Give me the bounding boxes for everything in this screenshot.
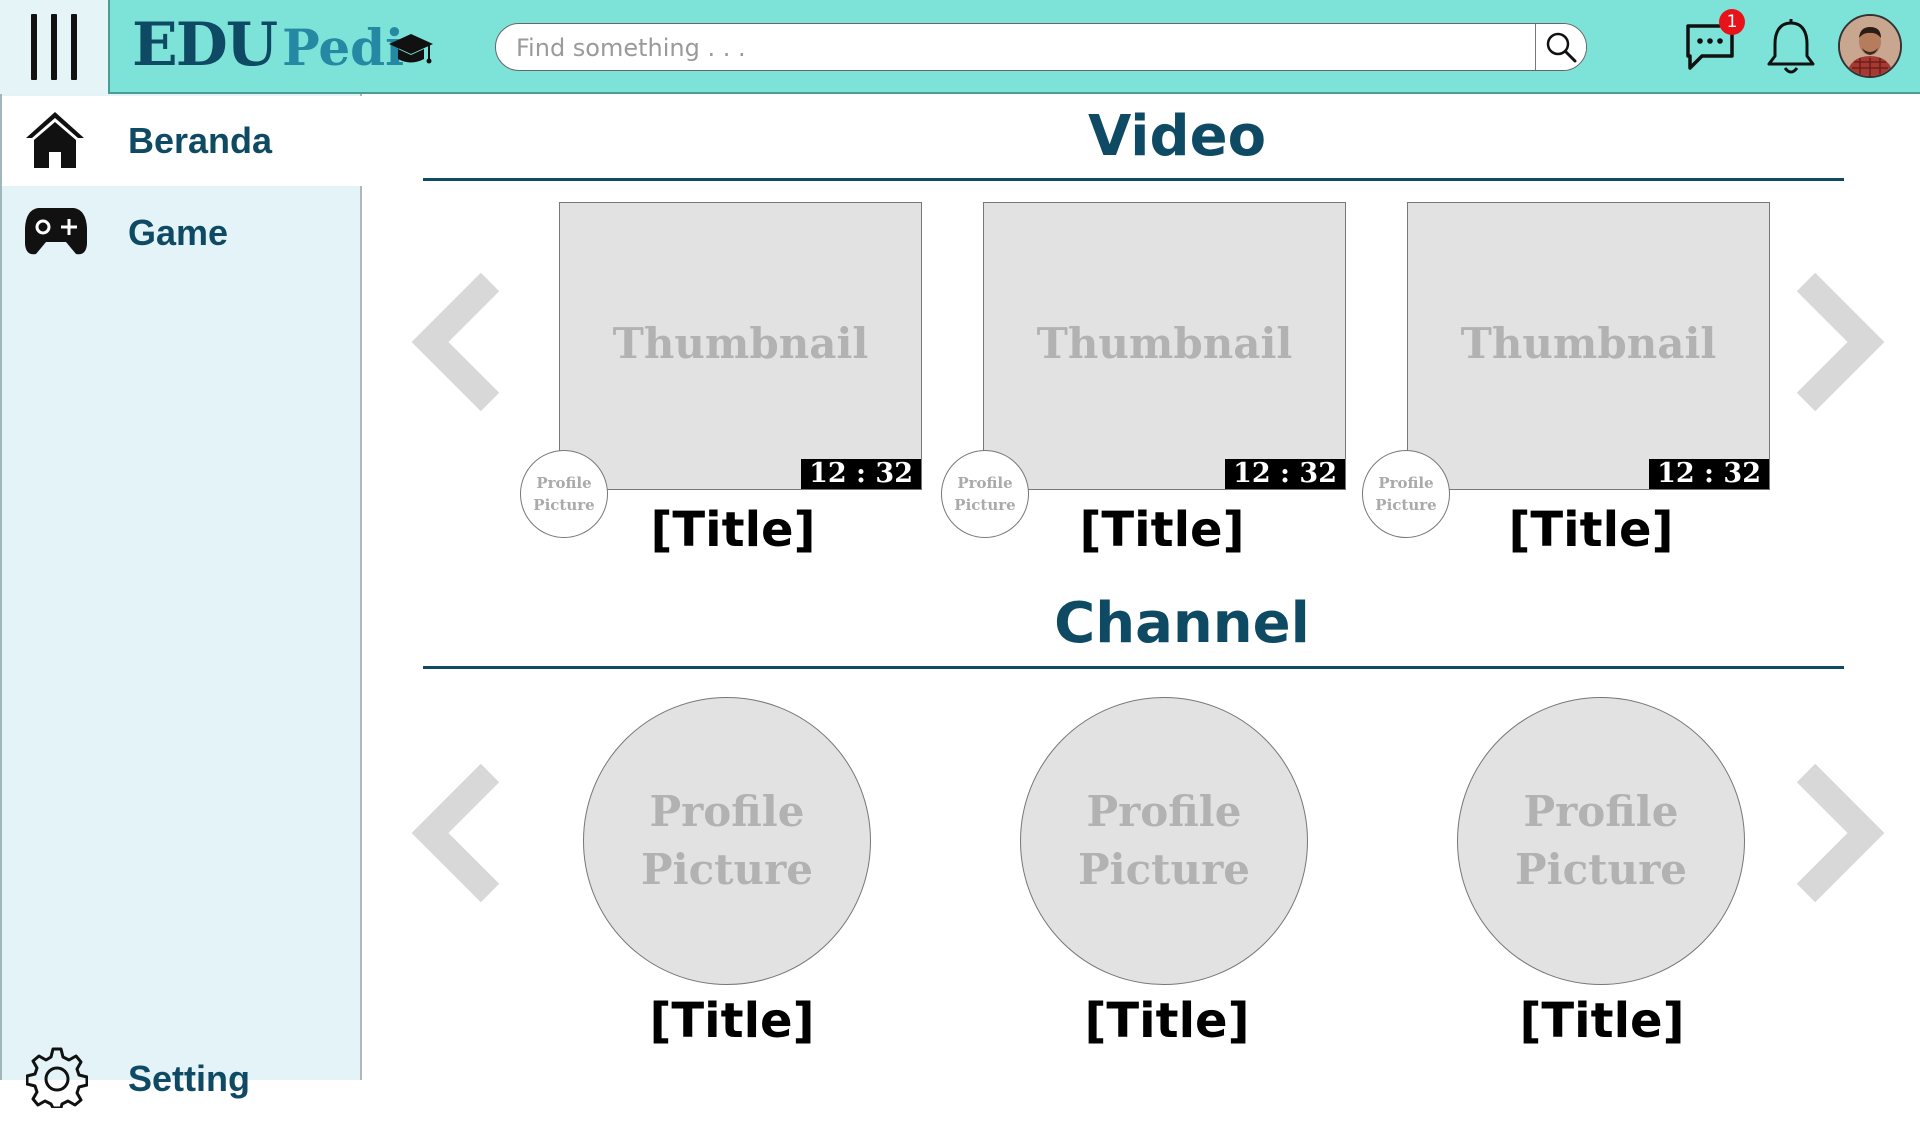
thumbnail-label: Thumbnail (1460, 319, 1717, 368)
video-duration: 12 : 32 (1225, 459, 1345, 489)
video-thumbnail[interactable]: Thumbnail 12 : 32 (1407, 202, 1770, 490)
channel-section-divider (423, 666, 1844, 669)
video-duration: 12 : 32 (801, 459, 921, 489)
user-photo-icon (1840, 16, 1900, 76)
search-input[interactable] (514, 24, 1518, 70)
video-thumbnail[interactable]: Thumbnail 12 : 32 (983, 202, 1346, 490)
sidebar-item-label: Game (128, 212, 229, 253)
search-button[interactable] (1535, 24, 1586, 70)
channel-next-button[interactable] (1790, 763, 1886, 907)
user-avatar[interactable] (1838, 14, 1902, 78)
video-thumbnail[interactable]: Thumbnail 12 : 32 (559, 202, 922, 490)
chevron-left-icon (411, 763, 500, 903)
notifications-button[interactable] (1765, 18, 1817, 82)
channel-avatar-placeholder-line: Profile (649, 787, 805, 836)
channel-avatar-placeholder-line: Profile (1086, 787, 1242, 836)
menu-icon-bar (51, 14, 57, 80)
channel-avatar[interactable]: Profile Picture (583, 697, 871, 985)
thumbnail-label: Thumbnail (612, 319, 869, 368)
logo-primary-text: EDU (132, 10, 278, 80)
video-section-divider (423, 178, 1844, 181)
channel-avatar-placeholder-line: Picture (1515, 845, 1687, 894)
sidebar: Beranda Game Setting (0, 94, 362, 1110)
channel-title[interactable]: [Title] (1452, 993, 1752, 1049)
menu-icon (31, 14, 37, 80)
channel-section-heading: Channel (1054, 591, 1310, 656)
thumbnail-label: Thumbnail (1036, 319, 1293, 368)
channel-prev-button[interactable] (410, 763, 506, 907)
channel-avatar-placeholder-line: Picture (1078, 845, 1250, 894)
channel-title[interactable]: [Title] (582, 993, 882, 1049)
sidebar-item-game[interactable]: Game (2, 188, 362, 278)
sidebar-setting-label: Setting (128, 1058, 250, 1099)
avatar-placeholder-line: Profile (1378, 474, 1434, 492)
gear-icon (25, 1046, 89, 1112)
search-bar (495, 23, 1587, 71)
video-title[interactable]: [Title] (1441, 502, 1741, 558)
hamburger-menu-button[interactable] (0, 0, 110, 94)
bell-icon (1767, 19, 1815, 74)
channel-avatar-placeholder-line: Picture (641, 845, 813, 894)
message-count-badge: 1 (1719, 9, 1745, 35)
logo-secondary-text: Pedi (282, 18, 405, 77)
avatar-placeholder-line: Profile (536, 474, 592, 492)
channel-avatar[interactable]: Profile Picture (1020, 697, 1308, 985)
channel-avatar-placeholder-line: Profile (1523, 787, 1679, 836)
gamepad-icon (24, 204, 88, 262)
chevron-left-icon (411, 272, 500, 412)
app-logo[interactable]: EDU Pedi (132, 10, 433, 80)
sidebar-item-label: Beranda (128, 120, 273, 161)
video-prev-button[interactable] (410, 272, 506, 416)
avatar-placeholder-line: Picture (954, 496, 1016, 514)
avatar-placeholder-line: Profile (957, 474, 1013, 492)
video-channel-avatar[interactable]: Profile Picture (1362, 450, 1450, 538)
video-duration: 12 : 32 (1649, 459, 1769, 489)
channel-avatar[interactable]: Profile Picture (1457, 697, 1745, 985)
video-title[interactable]: [Title] (1012, 502, 1312, 558)
search-icon (1546, 32, 1577, 63)
sidebar-item-setting[interactable]: Setting (2, 1034, 362, 1124)
video-next-button[interactable] (1790, 272, 1886, 416)
video-title[interactable]: [Title] (583, 502, 883, 558)
chevron-right-icon (1796, 763, 1885, 903)
home-icon (24, 108, 86, 174)
video-section-heading: Video (1087, 104, 1267, 169)
avatar-placeholder-line: Picture (1375, 496, 1437, 514)
chevron-right-icon (1796, 272, 1885, 412)
channel-title[interactable]: [Title] (1017, 993, 1317, 1049)
top-bar: EDU Pedi 1 (0, 0, 1920, 94)
menu-icon-bar (71, 14, 77, 80)
sidebar-item-beranda[interactable]: Beranda (2, 96, 362, 186)
graduation-cap-icon (388, 32, 434, 72)
